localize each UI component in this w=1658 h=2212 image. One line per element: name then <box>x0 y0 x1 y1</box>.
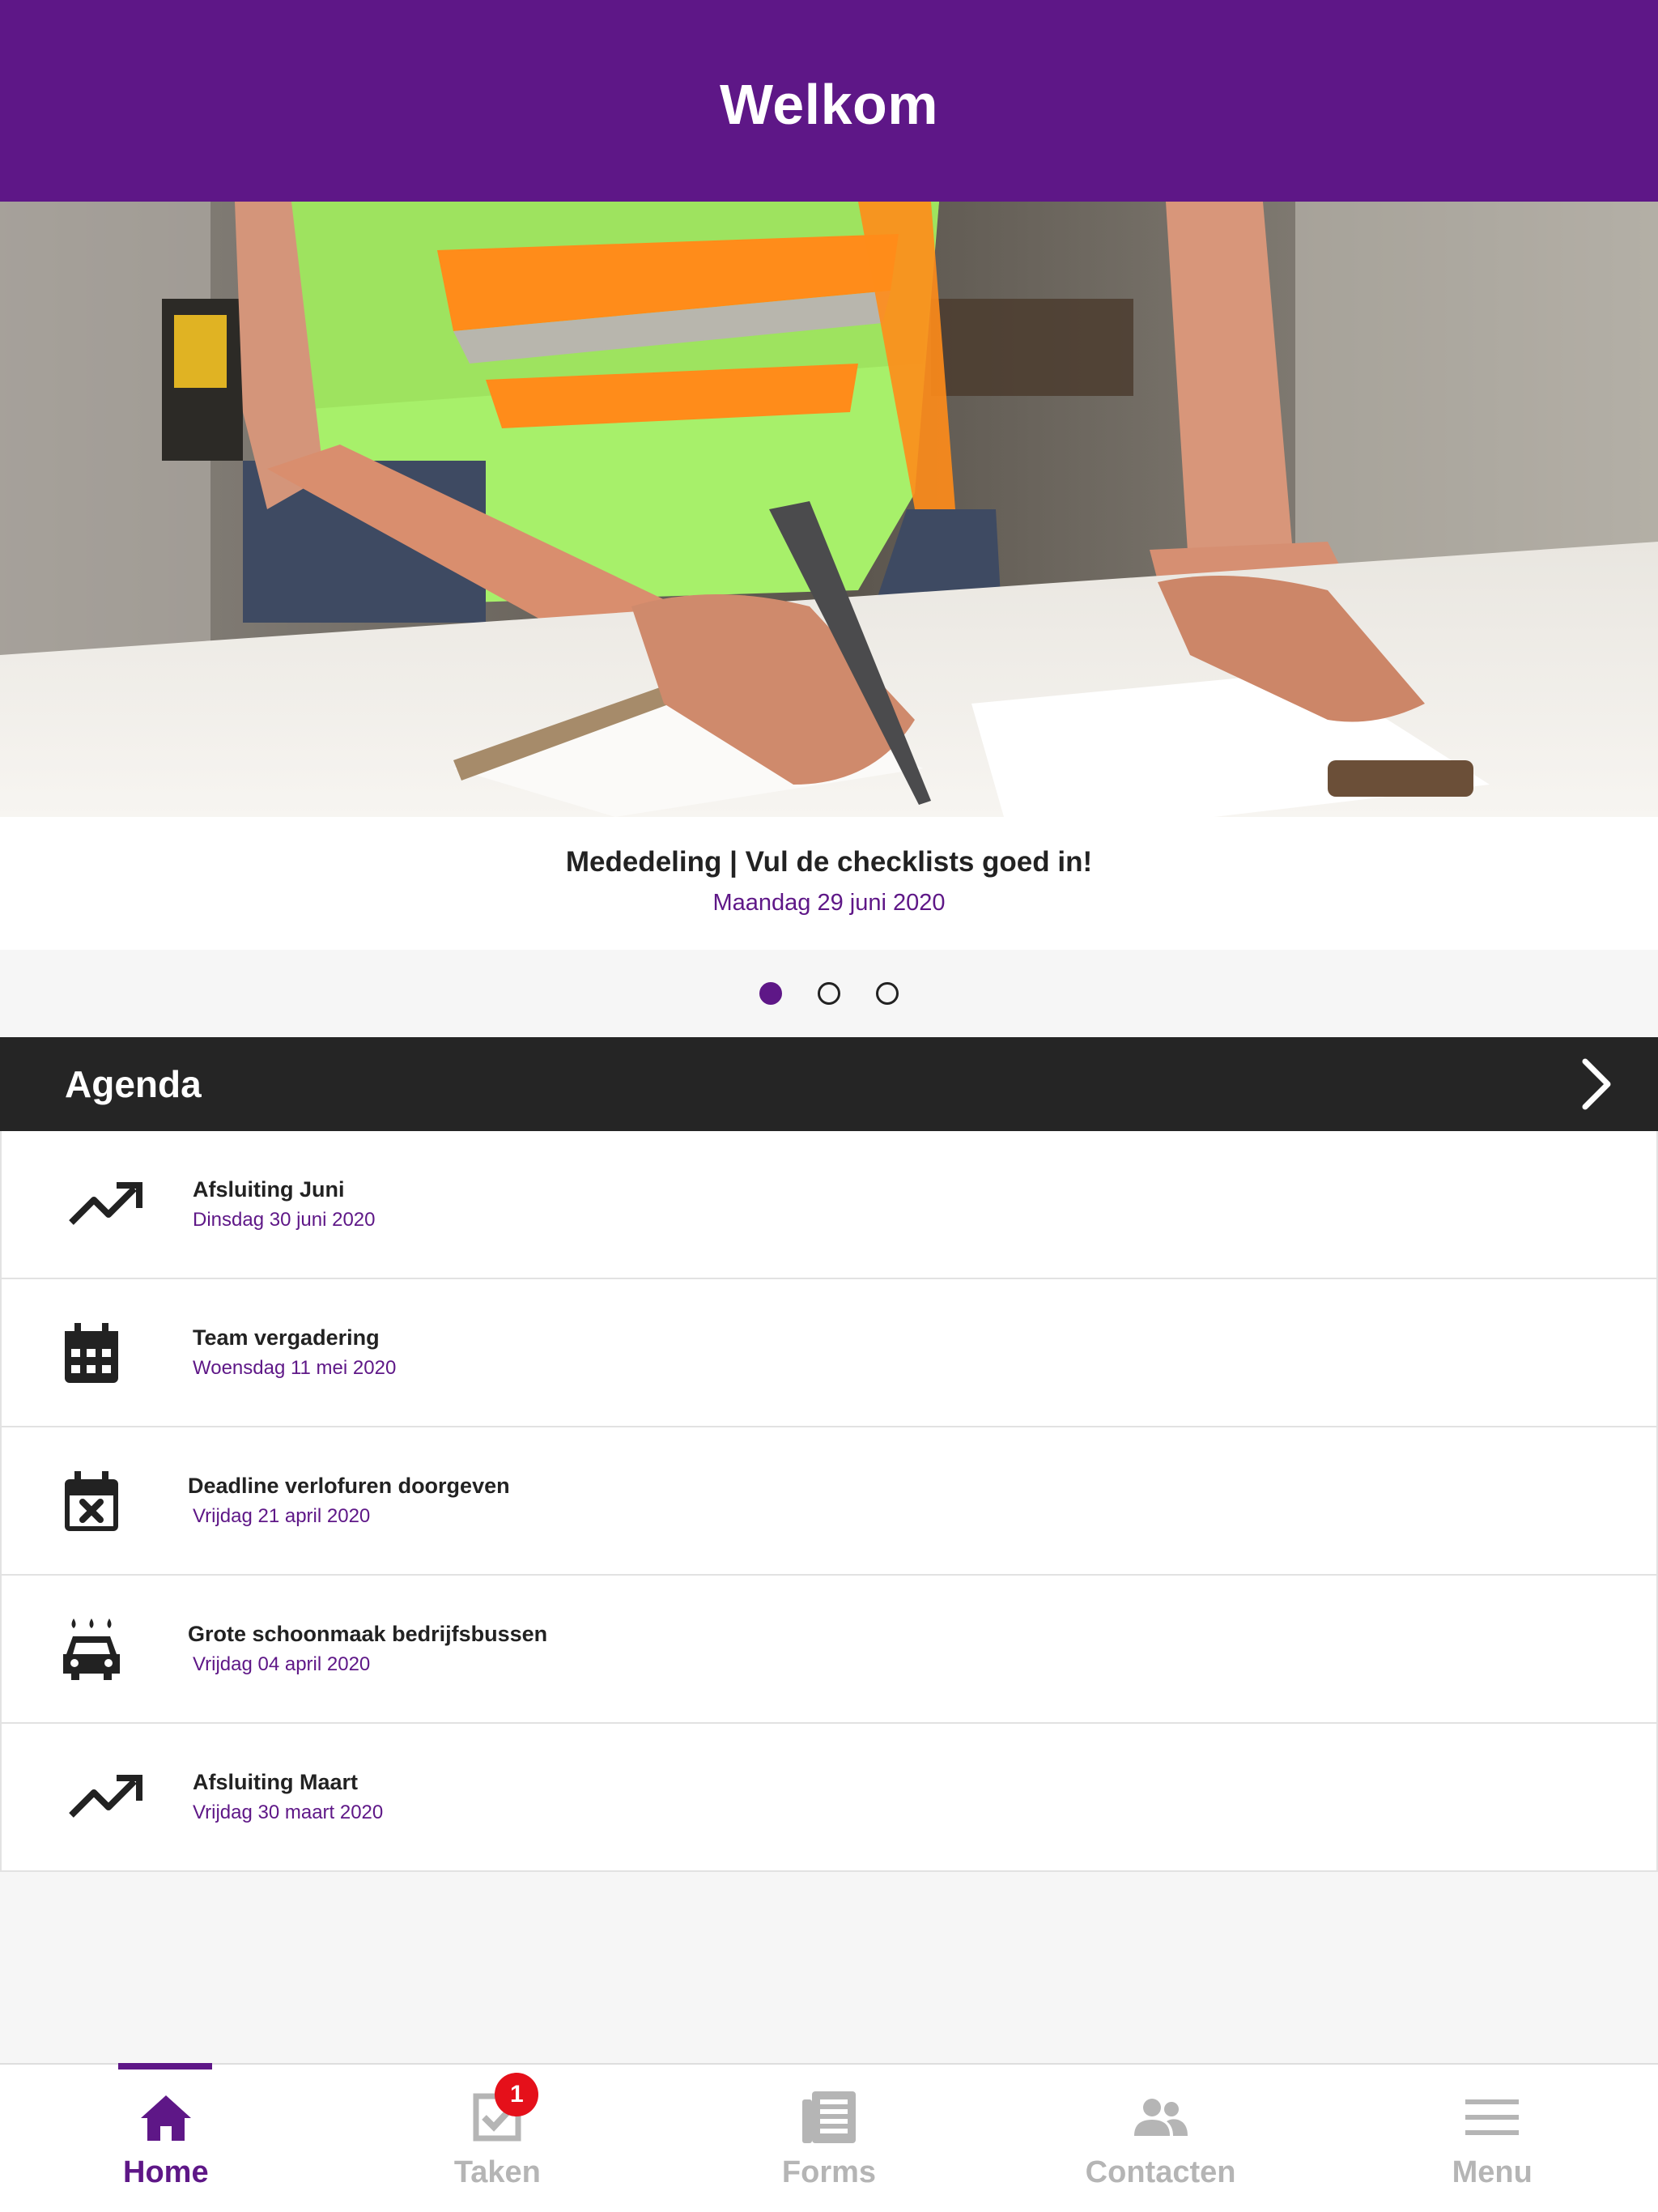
menu-icon <box>1456 2089 1528 2146</box>
carousel-dot-3[interactable] <box>876 982 899 1005</box>
list-item[interactable]: Afsluiting Juni Dinsdag 30 juni 2020 <box>0 1131 1658 1279</box>
people-icon <box>1124 2089 1197 2146</box>
tab-contacten[interactable]: Contacten <box>995 2065 1327 2212</box>
agenda-item-date: Woensdag 11 mei 2020 <box>193 1357 397 1379</box>
hero-image[interactable] <box>0 202 1658 817</box>
carousel-pagination <box>0 950 1658 1037</box>
construction-worker-photo <box>0 202 1658 817</box>
top-bar: Welkom <box>0 0 1658 202</box>
agenda-item-title: Deadline verlofuren doorgeven <box>188 1474 510 1498</box>
checkbox-icon: 1 <box>461 2073 539 2146</box>
tab-label: Forms <box>781 2155 877 2189</box>
notification-badge: 1 <box>495 2073 539 2116</box>
tab-taken[interactable]: 1 Taken <box>332 2065 664 2212</box>
bottom-tab-bar: Home 1 Taken Forms Contacten Menu <box>0 2063 1658 2212</box>
carousel-caption[interactable]: Mededeling | Vul de checklists goed in! … <box>0 817 1658 950</box>
list-item[interactable]: Team vergadering Woensdag 11 mei 2020 <box>0 1279 1658 1427</box>
list-item[interactable]: Deadline verlofuren doorgeven Vrijdag 21… <box>0 1427 1658 1576</box>
agenda-item-date: Vrijdag 30 maart 2020 <box>193 1802 384 1823</box>
trending-up-icon <box>2 1724 193 1870</box>
agenda-item-title: Afsluiting Juni <box>193 1177 345 1202</box>
agenda-list: Afsluiting Juni Dinsdag 30 juni 2020 Tea… <box>0 1131 1658 1872</box>
car-wash-icon <box>2 1576 193 1722</box>
tab-home[interactable]: Home <box>0 2063 332 2212</box>
active-tab-indicator <box>118 2063 212 2069</box>
tab-label: Taken <box>453 2155 541 2189</box>
list-item[interactable]: Afsluiting Maart Vrijdag 30 maart 2020 <box>0 1724 1658 1872</box>
tab-forms[interactable]: Forms <box>663 2065 995 2212</box>
calendar-x-icon <box>2 1427 193 1574</box>
agenda-item-title: Afsluiting Maart <box>193 1770 359 1794</box>
tab-menu[interactable]: Menu <box>1326 2065 1658 2212</box>
tab-label: Menu <box>1452 2155 1533 2189</box>
agenda-item-date: Vrijdag 04 april 2020 <box>193 1653 371 1675</box>
carousel-dot-1[interactable] <box>759 982 782 1005</box>
agenda-title: Agenda <box>65 1063 202 1105</box>
home-icon <box>130 2089 202 2146</box>
announcement-title: Mededeling | Vul de checklists goed in! <box>565 846 1093 878</box>
agenda-item-title: Grote schoonmaak bedrijfsbussen <box>188 1622 548 1646</box>
carousel-dot-2[interactable] <box>818 982 840 1005</box>
agenda-header[interactable]: Agenda <box>0 1037 1658 1131</box>
agenda-item-date: Dinsdag 30 juni 2020 <box>193 1209 376 1231</box>
announcement-date: Maandag 29 juni 2020 <box>712 890 946 916</box>
page-title: Welkom <box>719 72 939 136</box>
tab-label: Contacten <box>1085 2155 1236 2189</box>
trending-up-icon <box>2 1131 193 1278</box>
tab-label: Home <box>123 2155 209 2189</box>
agenda-item-date: Vrijdag 21 april 2020 <box>193 1505 371 1527</box>
chevron-right-icon[interactable] <box>1572 1056 1621 1112</box>
agenda-item-title: Team vergadering <box>193 1325 380 1350</box>
list-item[interactable]: Grote schoonmaak bedrijfsbussen Vrijdag … <box>0 1576 1658 1724</box>
calendar-icon <box>2 1279 193 1426</box>
document-icon <box>793 2089 865 2146</box>
